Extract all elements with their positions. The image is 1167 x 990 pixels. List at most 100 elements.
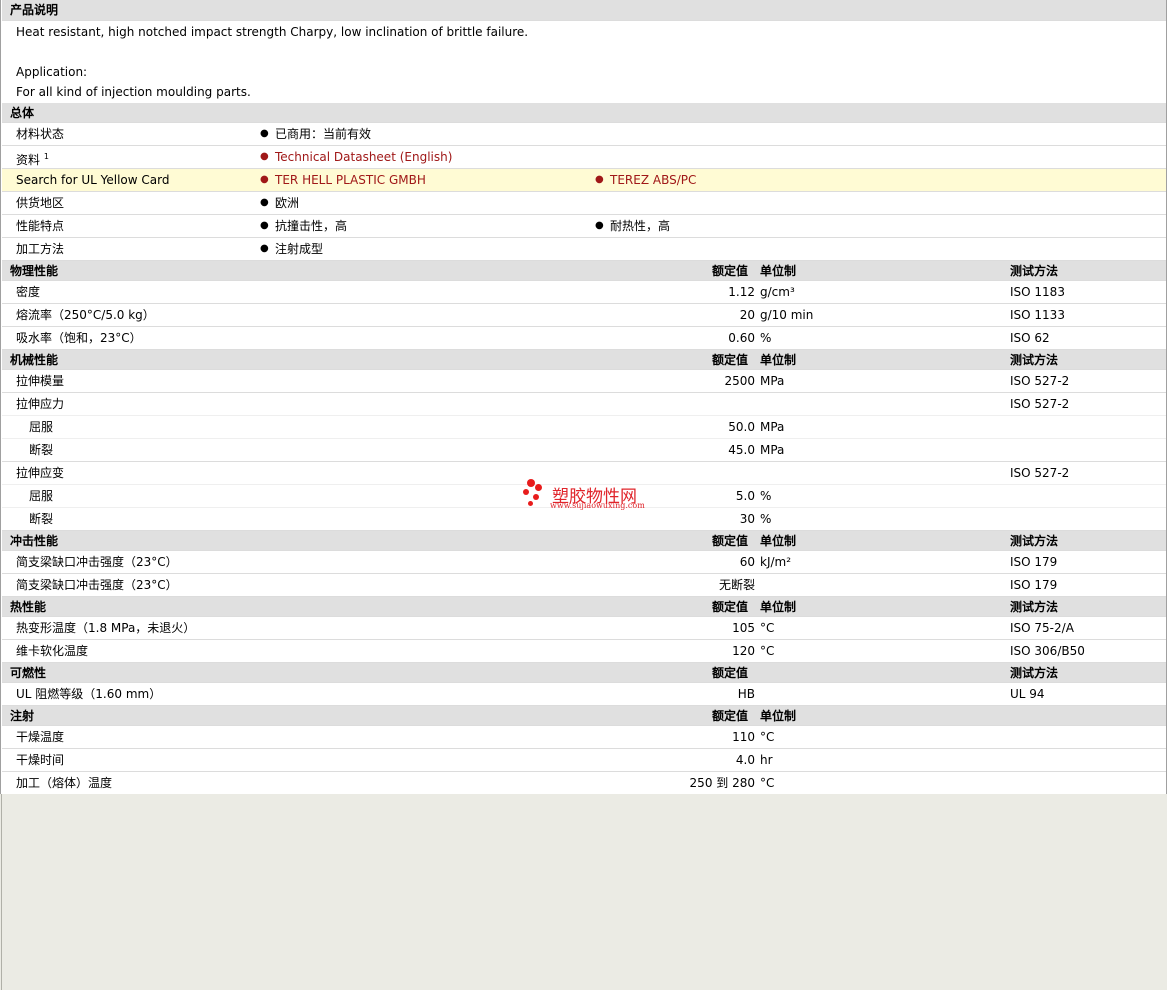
general-row-docs: 资料 1 Technical Datasheet (English) <box>2 146 1166 169</box>
row-value: 已商用：当前有效 <box>260 123 371 145</box>
property-name: 热变形温度（1.8 MPa，未退火） <box>16 621 196 635</box>
property-value: 60 <box>739 555 755 569</box>
row-value: 注射成型 <box>260 238 323 260</box>
property-name: 加工（熔体）温度 <box>16 776 113 790</box>
property-unit: °C <box>760 730 775 744</box>
section-title: 注射 <box>10 709 35 723</box>
property-unit: kJ/m² <box>760 555 792 569</box>
section-header-injection: 注射 额定值 单位制 <box>2 706 1166 726</box>
datasheet-link[interactable]: Technical Datasheet (English) <box>260 146 452 168</box>
property-value: 0.60 <box>728 331 755 345</box>
table-row: UL 阻燃等级（1.60 mm） HB UL 94 <box>2 683 1166 706</box>
property-unit: MPa <box>760 443 785 457</box>
section-header-impact: 冲击性能 额定值 单位制 测试方法 <box>2 531 1166 551</box>
test-method: ISO 179 <box>1010 578 1058 592</box>
ul-company-link[interactable]: TER HELL PLASTIC GMBH <box>260 169 426 191</box>
section-header-flammability: 可燃性 额定值 测试方法 <box>2 663 1166 683</box>
property-unit: °C <box>760 776 775 790</box>
property-unit: % <box>760 331 772 345</box>
test-method: ISO 179 <box>1010 555 1058 569</box>
property-name: 维卡软化温度 <box>16 644 89 658</box>
table-row: 维卡软化温度 120 °C ISO 306/B50 <box>2 640 1166 663</box>
col-header-unit: 单位制 <box>760 264 797 278</box>
property-value: 1.12 <box>728 285 755 299</box>
col-header-unit: 单位制 <box>760 709 797 723</box>
property-value: 110 <box>732 730 755 744</box>
logo-dot <box>528 501 533 506</box>
property-name: 干燥温度 <box>16 730 65 744</box>
property-value: 45.0 <box>728 443 755 457</box>
description-application-label: Application: <box>16 65 88 79</box>
col-header-unit: 单位制 <box>760 534 797 548</box>
col-header-nominal: 额定值 <box>712 264 749 278</box>
property-name: 断裂 <box>29 512 54 526</box>
table-row: 拉伸模量 2500 MPa ISO 527-2 <box>2 370 1166 393</box>
description-application-text: For all kind of injection moulding parts… <box>16 85 251 99</box>
property-name: 屈服 <box>29 420 54 434</box>
property-value: 2500 <box>724 374 755 388</box>
table-row: 密度 1.12 g/cm³ ISO 1183 <box>2 281 1166 304</box>
test-method: UL 94 <box>1010 687 1045 701</box>
logo-dot <box>527 479 535 487</box>
table-row: 干燥温度 110 °C <box>2 726 1166 749</box>
property-value: 30 <box>739 512 755 526</box>
logo-dot <box>535 484 542 491</box>
property-unit: hr <box>760 753 773 767</box>
col-header-nominal: 额定值 <box>712 709 749 723</box>
test-method: ISO 527-2 <box>1010 397 1070 411</box>
row-value: 抗撞击性，高 <box>260 215 347 237</box>
property-name: 干燥时间 <box>16 753 65 767</box>
property-name: 熔流率（250°C/5.0 kg） <box>16 308 155 322</box>
property-name: 吸水率（饱和，23°C） <box>16 331 142 345</box>
section-title: 冲击性能 <box>10 534 59 548</box>
section-title: 总体 <box>10 106 35 120</box>
property-name: 密度 <box>16 285 41 299</box>
property-value: 无断裂 <box>718 578 755 592</box>
test-method: ISO 75-2/A <box>1010 621 1074 635</box>
section-title: 机械性能 <box>10 353 59 367</box>
table-row: 热变形温度（1.8 MPa，未退火） 105 °C ISO 75-2/A <box>2 617 1166 640</box>
test-method: ISO 1133 <box>1010 308 1065 322</box>
property-value: 20 <box>739 308 755 322</box>
property-name: UL 阻燃等级（1.60 mm） <box>16 687 162 701</box>
test-method: ISO 1183 <box>1010 285 1065 299</box>
col-header-method: 测试方法 <box>1010 534 1059 548</box>
property-value: 105 <box>732 621 755 635</box>
property-unit: g/10 min <box>760 308 814 322</box>
property-name: 断裂 <box>29 443 54 457</box>
logo-dot <box>533 494 539 500</box>
row-label: 资料 1 <box>16 152 49 167</box>
property-value: 50.0 <box>728 420 755 434</box>
property-name: 拉伸模量 <box>16 374 65 388</box>
table-row: 吸水率（饱和，23°C） 0.60 % ISO 62 <box>2 327 1166 350</box>
section-header-mechanical: 机械性能 额定值 单位制 测试方法 <box>2 350 1166 370</box>
test-method: ISO 527-2 <box>1010 374 1070 388</box>
logo-dot <box>523 489 529 495</box>
test-method: ISO 62 <box>1010 331 1050 345</box>
datasheet-panel: 产品说明 Heat resistant, high notched impact… <box>0 0 1167 794</box>
table-row: 拉伸应力 ISO 527-2 <box>2 393 1166 416</box>
property-name: 拉伸应力 <box>16 397 65 411</box>
col-header-method: 测试方法 <box>1010 600 1059 614</box>
watermark-url: www.sujiaowuxing.com <box>550 501 645 510</box>
page-left-border <box>1 794 2 990</box>
col-header-nominal: 额定值 <box>712 353 749 367</box>
property-name: 屈服 <box>29 489 54 503</box>
col-header-nominal: 额定值 <box>712 534 749 548</box>
general-row-ul-search: Search for UL Yellow Card TER HELL PLAST… <box>2 169 1166 192</box>
section-title: 产品说明 <box>10 3 59 17</box>
section-header-thermal: 热性能 额定值 单位制 测试方法 <box>2 597 1166 617</box>
property-value: 5.0 <box>735 489 755 503</box>
col-header-method: 测试方法 <box>1010 264 1059 278</box>
property-value: 4.0 <box>735 753 755 767</box>
ul-product-link[interactable]: TEREZ ABS/PC <box>595 169 696 191</box>
test-method: ISO 306/B50 <box>1010 644 1085 658</box>
table-row: 屈服 50.0 MPa <box>2 416 1166 439</box>
row-label: 供货地区 <box>16 196 65 210</box>
property-value: 120 <box>732 644 755 658</box>
col-header-nominal: 额定值 <box>712 666 749 680</box>
section-header-physical: 物理性能 额定值 单位制 测试方法 <box>2 261 1166 281</box>
col-header-unit: 单位制 <box>760 600 797 614</box>
test-method: ISO 527-2 <box>1010 466 1070 480</box>
section-title: 可燃性 <box>10 666 47 680</box>
